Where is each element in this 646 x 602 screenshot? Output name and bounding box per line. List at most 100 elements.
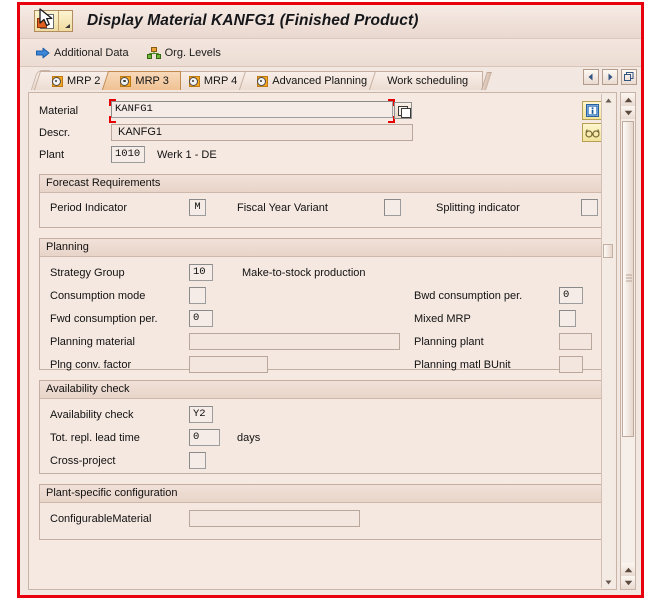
scroll-up-icon (624, 567, 632, 572)
plant-row: Plant 1010 Werk 1 - DE (39, 145, 606, 164)
scroll-down-icon (624, 580, 632, 585)
plant-description: Werk 1 - DE (157, 148, 217, 161)
plant-label: Plant (39, 148, 65, 161)
scroll-tabs-right-button[interactable] (602, 69, 618, 85)
fiscal-year-variant-input[interactable] (384, 199, 401, 216)
planning-plant-input[interactable] (559, 333, 592, 350)
glasses-icon (584, 128, 600, 138)
scroll-up-button-bottom[interactable] (621, 563, 635, 576)
main-vertical-scrollbar[interactable] (620, 92, 636, 590)
blue-arrow-right-icon (36, 47, 50, 58)
scroll-down-button[interactable] (621, 106, 635, 119)
descr-label: Descr. (39, 126, 71, 139)
tot-repl-lead-time-label: Tot. repl. lead time (50, 431, 140, 444)
planning-title: Planning (40, 239, 605, 257)
splitting-indicator-label: Splitting indicator (436, 201, 520, 214)
plng-conv-factor-label: Plng conv. factor (50, 358, 132, 371)
fwd-consumption-label: Fwd consumption per. (50, 312, 158, 325)
tab-disc-icon (120, 75, 132, 87)
period-indicator-input[interactable]: M (189, 199, 206, 216)
chevron-up-icon (605, 98, 611, 102)
panel-scroll-thumb[interactable] (603, 244, 613, 258)
tab-work-scheduling[interactable]: Work scheduling (378, 71, 484, 90)
fwd-consumption-input[interactable]: 0 (189, 310, 213, 327)
tab-list-icon (624, 72, 634, 81)
planning-material-label: Planning material (50, 335, 135, 348)
org-levels-button[interactable]: Org. Levels (146, 46, 221, 59)
material-input-focus: KANFG1 (109, 98, 395, 123)
chevron-down-icon (605, 580, 611, 584)
tab-advanced-planning-label: Advanced Planning (272, 75, 368, 87)
tab-advanced-planning[interactable]: Advanced Planning (248, 71, 380, 90)
scroll-up-button[interactable] (621, 93, 635, 106)
panel-vertical-scrollbar[interactable] (601, 94, 615, 588)
tab-strip: MRP 2 MRP 3 MRP 4 Advanced Planning Work… (20, 67, 641, 90)
dropdown-icon[interactable] (59, 11, 72, 31)
sap-screenshot: Display Material KANFG1 (Finished Produc… (0, 0, 646, 602)
descr-row: Descr. KANFG1 (39, 123, 606, 142)
cross-project-label: Cross-project (50, 454, 116, 467)
scroll-thumb[interactable] (622, 121, 634, 437)
material-row: Material KANFG1 (39, 98, 606, 123)
planning-body: Strategy Group 10 Make-to-stock producti… (40, 257, 605, 373)
tab-work-scheduling-label: Work scheduling (387, 75, 469, 87)
form-scroll-region: Material KANFG1 Descr. KANFG1 Plant 1010… (29, 93, 616, 589)
configurable-material-input[interactable] (189, 510, 360, 527)
panel-scroll-down-button[interactable] (602, 576, 614, 588)
availability-check-body: Availability check Y2 Tot. repl. lead ti… (40, 399, 605, 473)
scroll-tabs-right-icon (608, 73, 613, 81)
tab-mrp-4-label: MRP 4 (203, 75, 238, 87)
tab-mrp-3-label: MRP 3 (135, 75, 169, 87)
page-title: Display Material KANFG1 (Finished Produc… (87, 12, 419, 29)
scroll-tabs-left-button[interactable] (583, 69, 599, 85)
forecast-requirements-title: Forecast Requirements (40, 175, 605, 193)
display-glasses-button[interactable] (582, 123, 603, 142)
availability-check-group: Availability check Availability check Y2… (39, 380, 606, 474)
splitting-indicator-input[interactable] (581, 199, 598, 216)
tab-disc-icon (188, 75, 200, 87)
sap-window: Display Material KANFG1 (Finished Produc… (20, 5, 641, 595)
tab-disc-icon (52, 75, 63, 87)
planning-material-input[interactable] (189, 333, 400, 350)
material-document-icon[interactable] (34, 10, 73, 32)
scroll-up-icon (624, 97, 632, 102)
material-input[interactable]: KANFG1 (111, 100, 393, 118)
strategy-group-input[interactable]: 10 (189, 264, 213, 281)
plant-input[interactable]: 1010 (111, 146, 145, 163)
scroll-down-icon (624, 110, 632, 115)
bwd-consumption-input[interactable]: 0 (559, 287, 583, 304)
descr-input[interactable]: KANFG1 (111, 124, 413, 141)
mixed-mrp-label: Mixed MRP (414, 312, 471, 325)
scroll-down-button-bottom[interactable] (621, 576, 635, 589)
plng-conv-factor-input[interactable] (189, 356, 268, 373)
tab-disc-icon (257, 75, 269, 87)
info-icon (586, 104, 599, 117)
bwd-consumption-label: Bwd consumption per. (414, 289, 523, 302)
org-levels-icon (146, 46, 161, 59)
tab-content-area: Material KANFG1 Descr. KANFG1 Plant 1010… (20, 90, 641, 595)
cross-project-input[interactable] (189, 452, 206, 469)
application-toolbar: Additional Data Org. Levels (20, 39, 641, 67)
tab-mrp-3[interactable]: MRP 3 (111, 71, 181, 90)
consumption-mode-label: Consumption mode (50, 289, 146, 302)
forecast-requirements-body: Period Indicator M Fiscal Year Variant S… (40, 193, 605, 227)
mixed-mrp-input[interactable] (559, 310, 576, 327)
additional-data-button[interactable]: Additional Data (36, 47, 129, 59)
availability-check-input[interactable]: Y2 (189, 406, 213, 423)
header-side-buttons (582, 101, 603, 142)
planning-matl-bunit-input[interactable] (559, 356, 583, 373)
panel-scroll-up-button[interactable] (602, 94, 614, 106)
plant-specific-configuration-title: Plant-specific configuration (40, 485, 605, 503)
consumption-mode-input[interactable] (189, 287, 206, 304)
configurable-material-label: ConfigurableMaterial (50, 512, 152, 525)
info-button[interactable] (582, 101, 603, 120)
scroll-thumb-grip (626, 274, 632, 284)
tot-repl-lead-time-input[interactable]: 0 (189, 429, 220, 446)
org-levels-label: Org. Levels (164, 46, 221, 59)
matchcode-icon[interactable] (394, 102, 412, 119)
tab-list-button[interactable] (621, 69, 637, 85)
document-icon (35, 11, 59, 31)
strategy-group-label: Strategy Group (50, 266, 125, 279)
material-label: Material (39, 104, 79, 117)
planning-group: Planning Strategy Group 10 Make-to-stock… (39, 238, 606, 373)
